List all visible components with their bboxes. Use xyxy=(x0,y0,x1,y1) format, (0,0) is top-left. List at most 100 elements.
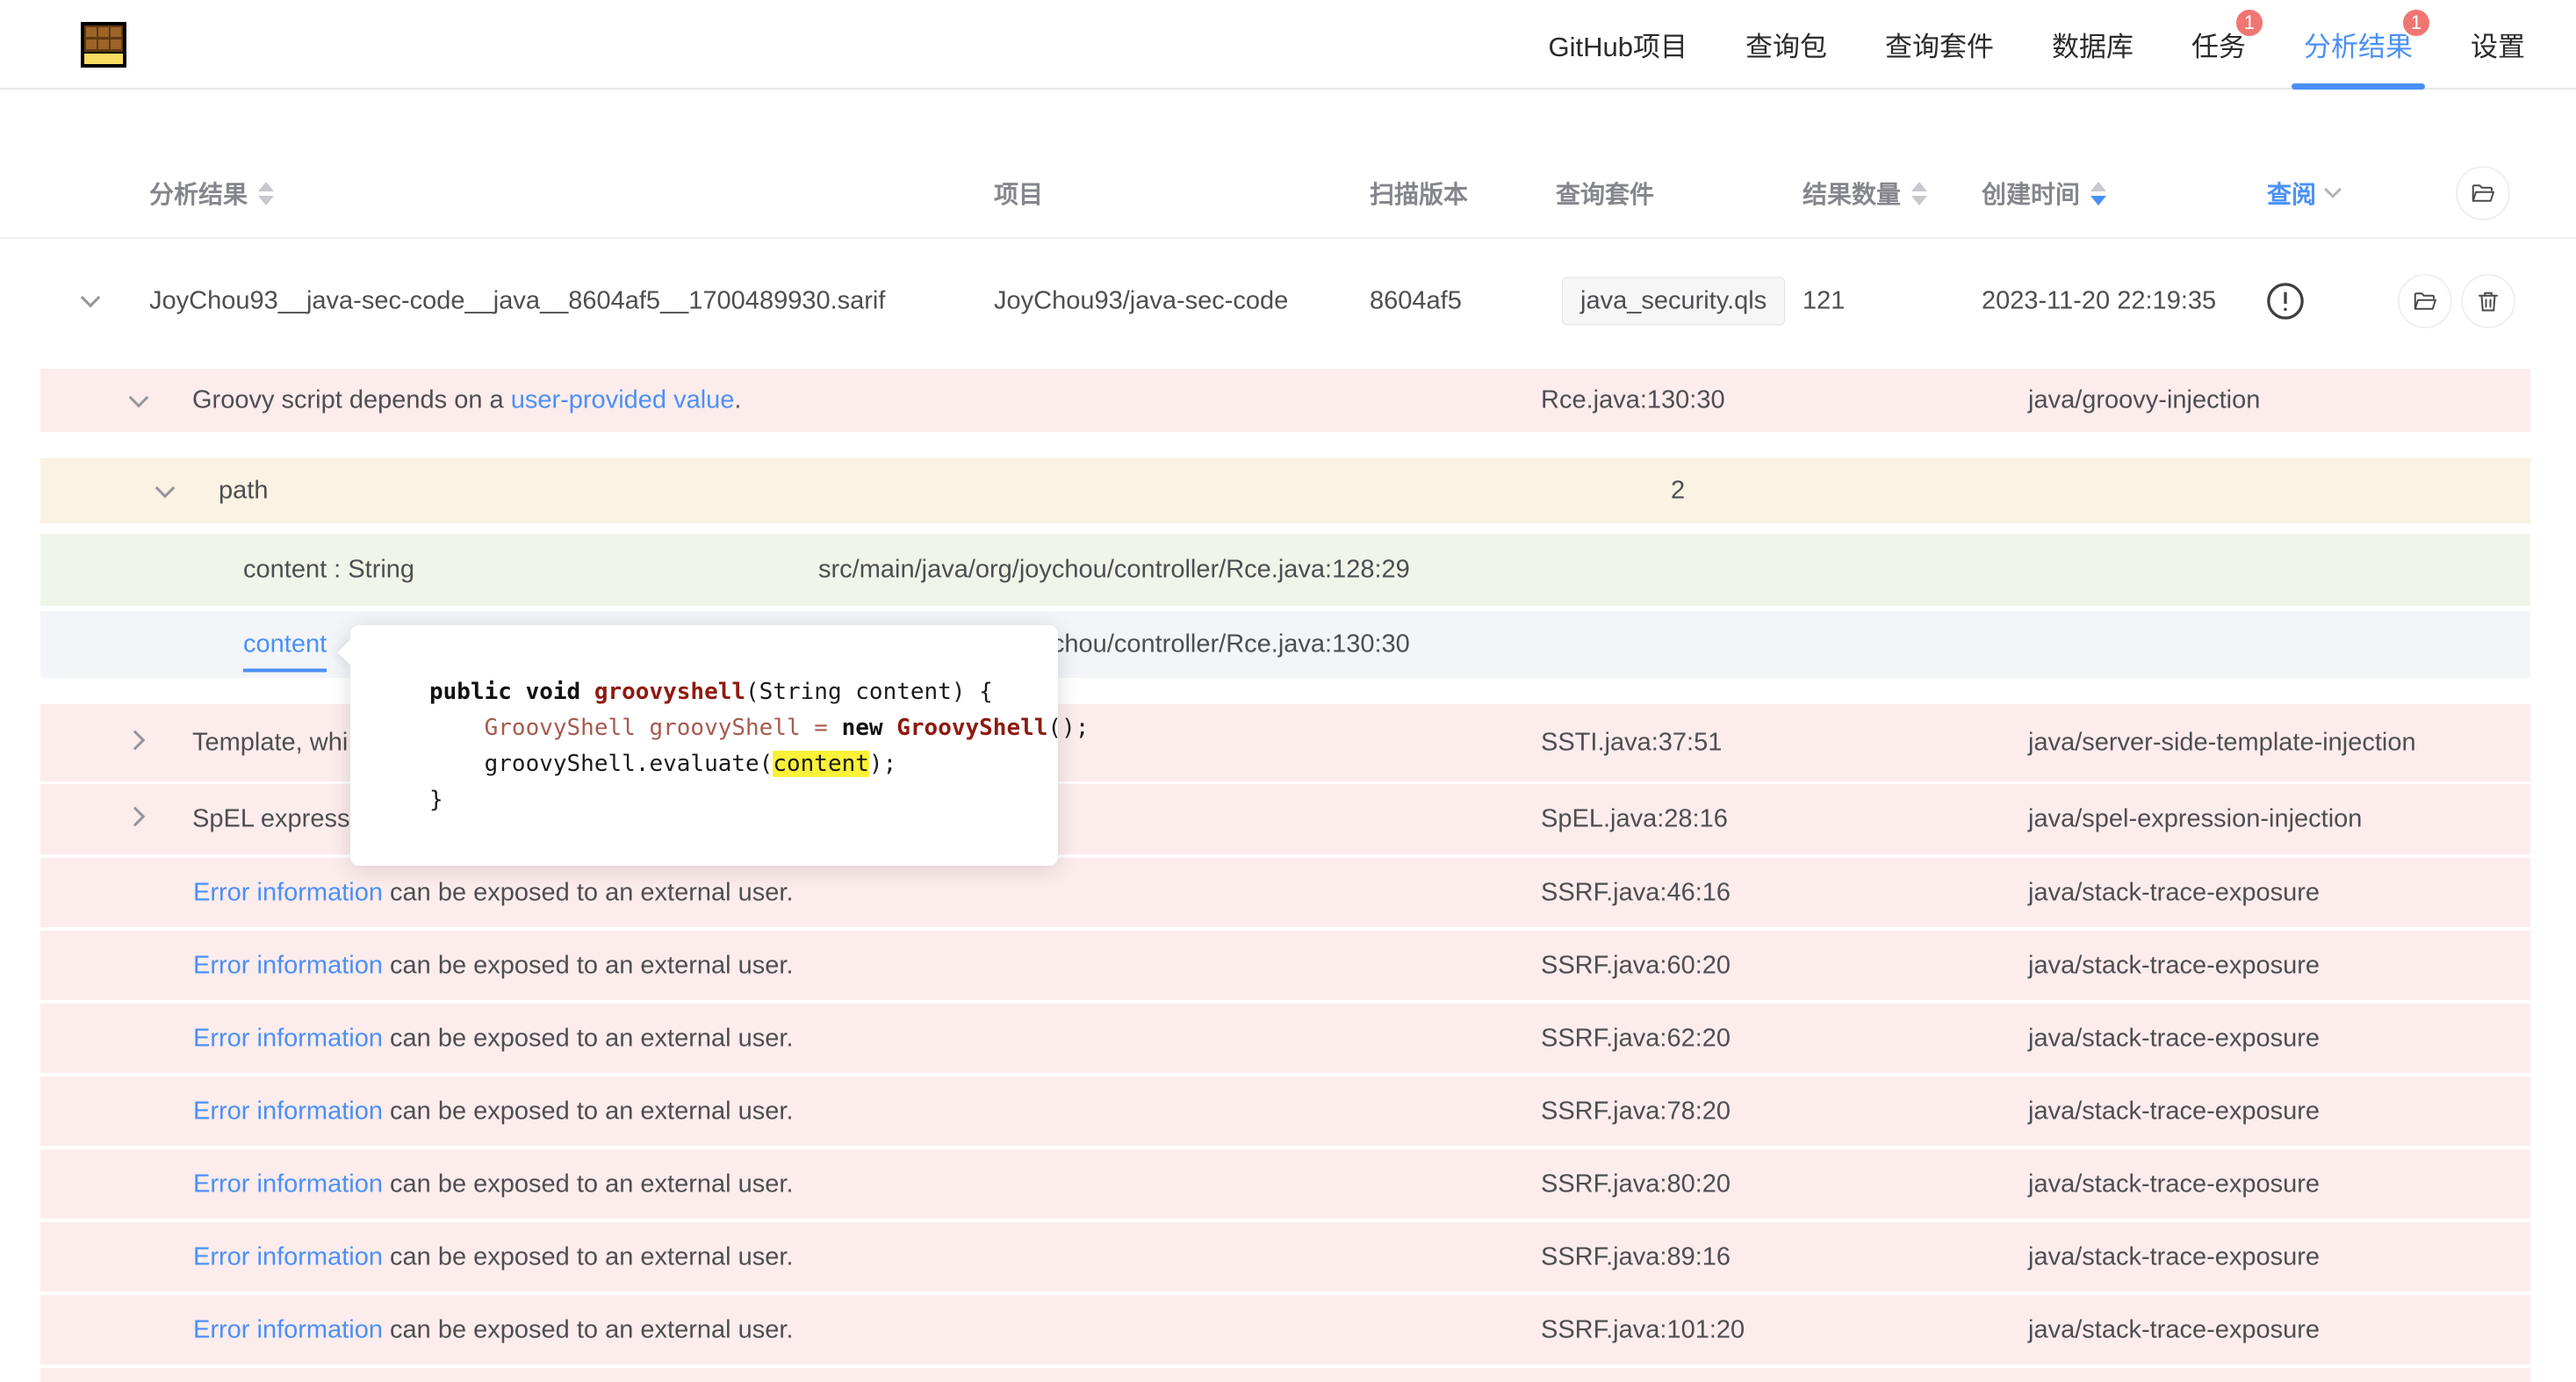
expand-finding-icon[interactable] xyxy=(126,807,146,827)
open-folder-button[interactable] xyxy=(2456,166,2510,220)
finding-rule-id: java/server-side-template-injection xyxy=(2028,729,2416,758)
step-label-link[interactable]: content : String xyxy=(243,556,414,585)
finding-row-partial xyxy=(40,1368,2530,1382)
message-text: can be exposed to an external user. xyxy=(383,878,794,906)
finding-location-link[interactable]: SSRF.java:60:20 xyxy=(1541,951,1731,980)
finding-message: SpEL expressi xyxy=(192,805,356,834)
message-text: can be exposed to an external user. xyxy=(383,1024,794,1052)
code-snippet: public void groovyshell(String content) … xyxy=(350,625,1058,818)
message-text: can be exposed to an external user. xyxy=(383,1315,794,1343)
column-header-result[interactable]: 分析结果 xyxy=(149,176,274,211)
app-logo-icon xyxy=(79,20,128,69)
step-location-link[interactable]: src/main/java/org/joychou/controller/Rce… xyxy=(818,556,1410,585)
column-header-project: 项目 xyxy=(994,176,1043,211)
message-text: can be exposed to an external user. xyxy=(383,1097,794,1125)
message-text: can be exposed to an external user. xyxy=(383,1242,794,1270)
message-link[interactable]: Error information xyxy=(193,1315,383,1343)
message-link[interactable]: Error information xyxy=(193,1170,383,1198)
sort-icons[interactable] xyxy=(2090,182,2106,205)
finding-location-link[interactable]: SSRF.java:89:16 xyxy=(1541,1242,1731,1271)
query-suite-tag: java_security.qls xyxy=(1562,277,1785,326)
message-text: Groovy script depends on a xyxy=(192,386,511,414)
sort-desc-icon-active xyxy=(2090,196,2106,205)
finding-location-link[interactable]: SSRF.java:62:20 xyxy=(1541,1024,1731,1053)
collapse-path-icon[interactable] xyxy=(155,479,176,499)
review-label: 查阅 xyxy=(2267,176,2316,211)
nav-menu: GitHub项目 查询包 查询套件 数据库 任务 1 分析结果 1 设置 xyxy=(1549,0,2525,88)
nav-item-databases[interactable]: 数据库 xyxy=(2052,0,2133,88)
finding-location-link[interactable]: SSRF.java:46:16 xyxy=(1541,878,1731,907)
nav-item-tasks[interactable]: 任务 1 xyxy=(2191,0,2246,88)
sort-asc-icon xyxy=(1911,182,1927,191)
message-link[interactable]: Error information xyxy=(193,1024,383,1052)
finding-rule-id: java/stack-trace-exposure xyxy=(2028,1242,2320,1271)
analysis-results-badge: 1 xyxy=(2400,7,2432,39)
delete-result-button[interactable] xyxy=(2461,274,2515,328)
finding-message: Groovy script depends on a user-provided… xyxy=(192,386,741,415)
code-text: ); xyxy=(869,751,896,777)
nav-item-github-projects[interactable]: GitHub项目 xyxy=(1549,0,1687,88)
finding-location-link[interactable]: Rce.java:130:30 xyxy=(1541,386,1725,415)
message-link[interactable]: Error information xyxy=(193,1242,383,1270)
nav-item-analysis-results[interactable]: 分析结果 1 xyxy=(2304,0,2413,88)
finding-rule-id: java/stack-trace-exposure xyxy=(2028,1170,2320,1198)
sort-asc-icon xyxy=(258,182,274,191)
finding-rule-id: java/stack-trace-exposure xyxy=(2028,1024,2320,1053)
message-link[interactable]: user-provided value xyxy=(511,386,735,414)
message-link[interactable]: Error information xyxy=(193,1097,383,1125)
trash-icon xyxy=(2475,288,2501,314)
nav-item-query-suites[interactable]: 查询套件 xyxy=(1885,0,1994,88)
finding-message: Error information can be exposed to an e… xyxy=(193,878,794,907)
message-text: . xyxy=(734,386,741,414)
finding-location-link[interactable]: SSRF.java:78:20 xyxy=(1541,1097,1731,1126)
finding-message: Error information can be exposed to an e… xyxy=(193,951,794,980)
nav-item-settings[interactable]: 设置 xyxy=(2471,0,2525,88)
collapse-finding-icon[interactable] xyxy=(129,388,149,408)
expand-finding-icon[interactable] xyxy=(126,731,146,751)
finding-message: Error information can be exposed to an e… xyxy=(193,1097,794,1126)
column-label: 结果数量 xyxy=(1802,176,1901,211)
code-class-name: GroovyShell xyxy=(896,715,1047,741)
column-label: 分析结果 xyxy=(149,176,248,211)
finding-location-link[interactable]: SpEL.java:28:16 xyxy=(1541,805,1728,834)
finding-rule-id: java/stack-trace-exposure xyxy=(2028,1315,2320,1344)
warning-info-icon[interactable] xyxy=(2265,281,2306,321)
message-text: can be exposed to an external user. xyxy=(383,951,794,979)
findings-list: Groovy script depends on a user-provided… xyxy=(40,369,2530,1382)
sort-desc-icon xyxy=(258,196,274,205)
path-step-count: 2 xyxy=(1671,477,1685,506)
message-link[interactable]: Error information xyxy=(193,951,383,979)
folder-icon xyxy=(2470,180,2496,206)
scan-version: 8604af5 xyxy=(1370,287,1462,316)
code-line: GroovyShell groovyShell = new GroovyShel… xyxy=(429,710,1033,746)
nav-item-query-packs[interactable]: 查询包 xyxy=(1745,0,1827,88)
finding-row-stack-trace: Error information can be exposed to an e… xyxy=(40,1004,2530,1073)
open-result-folder-button[interactable] xyxy=(2398,274,2452,328)
column-header-created[interactable]: 创建时间 xyxy=(1982,176,2106,211)
column-header-count[interactable]: 结果数量 xyxy=(1802,176,1927,211)
step-label-wrap: content xyxy=(243,630,327,659)
nav-label: 查询套件 xyxy=(1885,25,1994,64)
finding-row-stack-trace: Error information can be exposed to an e… xyxy=(40,1149,2530,1219)
code-line: } xyxy=(429,782,1033,818)
code-text: (String content) { xyxy=(745,679,993,705)
tasks-badge: 1 xyxy=(2234,7,2265,39)
column-label: 查询套件 xyxy=(1556,176,1654,211)
finding-location-link[interactable]: SSRF.java:80:20 xyxy=(1541,1170,1731,1198)
finding-location-link[interactable]: SSRF.java:101:20 xyxy=(1541,1315,1745,1344)
sort-icons[interactable] xyxy=(1911,182,1927,205)
message-link[interactable]: Error information xyxy=(193,878,383,906)
review-dropdown[interactable]: 查阅 xyxy=(2267,176,2339,211)
step-label-link-active[interactable]: content xyxy=(243,630,327,673)
sort-desc-icon xyxy=(1911,196,1927,205)
sort-icons[interactable] xyxy=(258,182,274,205)
column-label: 创建时间 xyxy=(1982,176,2080,211)
column-label: 扫描版本 xyxy=(1370,176,1468,211)
code-preview-tooltip: public void groovyshell(String content) … xyxy=(350,625,1058,866)
code-method-name: groovyshell xyxy=(594,679,745,705)
finding-message: Error information can be exposed to an e… xyxy=(193,1024,794,1053)
collapse-row-icon[interactable] xyxy=(81,288,101,308)
finding-location-link[interactable]: SSTI.java:37:51 xyxy=(1541,729,1722,758)
page: GitHub项目 查询包 查询套件 数据库 任务 1 分析结果 1 设置 xyxy=(0,0,2576,1382)
nav-label: 查询包 xyxy=(1745,25,1827,64)
